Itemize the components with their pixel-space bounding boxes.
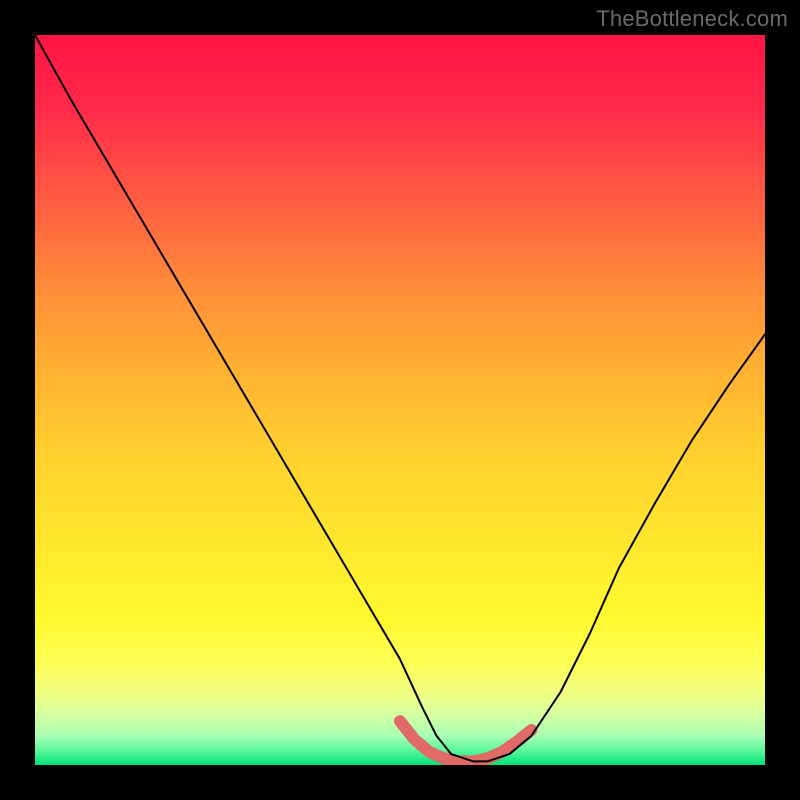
- curve-path: [35, 35, 765, 761]
- highlight-path: [400, 721, 531, 761]
- watermark-text: TheBottleneck.com: [596, 6, 788, 32]
- chart-svg: [35, 35, 765, 765]
- chart-frame: TheBottleneck.com: [0, 0, 800, 800]
- plot-area: [35, 35, 765, 765]
